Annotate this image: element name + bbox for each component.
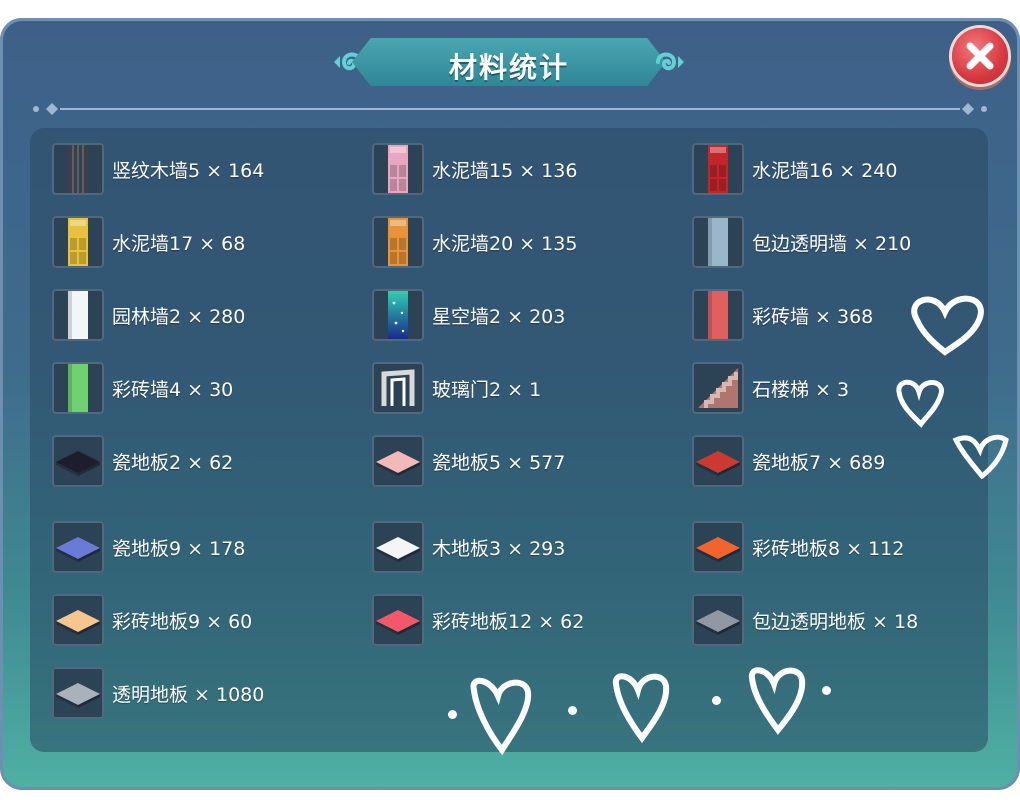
material-label: 瓷地板5 × 577 bbox=[432, 451, 566, 474]
material-label: 瓷地板7 × 689 bbox=[752, 451, 886, 474]
material-item[interactable]: 水泥墙15 × 136 bbox=[372, 142, 577, 196]
material-item[interactable]: 瓷地板5 × 577 bbox=[372, 434, 565, 488]
wall-red-icon bbox=[692, 143, 744, 195]
material-item[interactable]: 水泥墙16 × 240 bbox=[692, 142, 897, 196]
material-label: 彩砖地板8 × 112 bbox=[752, 537, 905, 560]
materials-list: 竖纹木墙5 × 164 水泥墙15 × 136 水泥墙16 × 240 水泥墙17 ×… bbox=[30, 128, 988, 752]
decor-dot bbox=[568, 706, 577, 715]
material-label: 竖纹木墙5 × 164 bbox=[112, 159, 265, 182]
material-item[interactable]: 彩砖墙 × 368 bbox=[692, 288, 873, 342]
orange-tile-floor-icon bbox=[692, 521, 744, 573]
material-label: 木地板3 × 293 bbox=[432, 537, 566, 560]
material-label: 包边透明墙 × 210 bbox=[752, 232, 912, 255]
material-item[interactable]: 透明地板 × 1080 bbox=[52, 666, 264, 720]
coral-tile-floor-icon bbox=[372, 594, 424, 646]
blue-tile-floor-icon bbox=[52, 521, 104, 573]
title-banner: 材料统计 bbox=[330, 32, 688, 90]
white-wall-icon bbox=[52, 289, 104, 341]
wall-orange-icon bbox=[372, 216, 424, 268]
material-item[interactable]: 瓷地板7 × 689 bbox=[692, 434, 885, 488]
close-button[interactable] bbox=[952, 28, 1008, 84]
starry-wall-icon bbox=[372, 289, 424, 341]
material-label: 玻璃门2 × 1 bbox=[432, 378, 542, 401]
material-label: 彩砖地板9 × 60 bbox=[112, 610, 253, 633]
hand-drawn-heart-icon bbox=[612, 673, 670, 744]
material-item[interactable]: 木地板3 × 293 bbox=[372, 520, 565, 574]
red-brick-wall-icon bbox=[692, 289, 744, 341]
hand-drawn-heart-icon bbox=[748, 667, 806, 735]
hand-drawn-heart-icon bbox=[952, 434, 1009, 480]
material-item[interactable]: 玻璃门2 × 1 bbox=[372, 361, 541, 415]
material-label: 水泥墙17 × 68 bbox=[112, 232, 246, 255]
gray-glass-floor-icon bbox=[692, 594, 744, 646]
material-label: 水泥墙16 × 240 bbox=[752, 159, 898, 182]
material-label: 园林墙2 × 280 bbox=[112, 305, 246, 328]
material-item[interactable]: 园林墙2 × 280 bbox=[52, 288, 245, 342]
hand-drawn-heart-icon bbox=[896, 379, 944, 428]
material-label: 星空墙2 × 203 bbox=[432, 305, 566, 328]
material-item[interactable]: 包边透明墙 × 210 bbox=[692, 215, 911, 269]
glass-wall-icon bbox=[692, 216, 744, 268]
swirl-ornament-icon bbox=[656, 52, 684, 71]
material-item[interactable]: 包边透明地板 × 18 bbox=[692, 593, 918, 647]
material-label: 水泥墙15 × 136 bbox=[432, 159, 578, 182]
glass-floor-icon bbox=[52, 667, 104, 719]
peach-tile-floor-icon bbox=[52, 594, 104, 646]
material-item[interactable]: 彩砖墙4 × 30 bbox=[52, 361, 233, 415]
material-label: 瓷地板2 × 62 bbox=[112, 451, 234, 474]
material-item[interactable]: 彩砖地板12 × 62 bbox=[372, 593, 584, 647]
stone-stairs-icon bbox=[692, 362, 744, 414]
wood-wall-icon bbox=[52, 143, 104, 195]
black-tile-floor-icon bbox=[52, 435, 104, 487]
material-item[interactable]: 星空墙2 × 203 bbox=[372, 288, 565, 342]
hand-drawn-heart-icon bbox=[470, 678, 532, 756]
wall-yellow-icon bbox=[52, 216, 104, 268]
material-stats-panel: 材料统计 竖纹木墙5 × 164 水泥墙15 × 136 水泥墙16 × 240 水泥… bbox=[0, 18, 1020, 790]
material-label: 石楼梯 × 3 bbox=[752, 378, 850, 401]
close-x-icon bbox=[966, 42, 994, 70]
divider bbox=[33, 103, 987, 115]
material-item[interactable]: 彩砖地板9 × 60 bbox=[52, 593, 252, 647]
decor-dot bbox=[448, 710, 457, 719]
decor-dot bbox=[822, 686, 831, 695]
material-label: 彩砖墙 × 368 bbox=[752, 305, 874, 328]
material-item[interactable]: 石楼梯 × 3 bbox=[692, 361, 849, 415]
white-wood-floor-icon bbox=[372, 521, 424, 573]
wall-pink-icon bbox=[372, 143, 424, 195]
material-label: 彩砖地板12 × 62 bbox=[432, 610, 585, 633]
glass-door-icon bbox=[372, 362, 424, 414]
material-label: 透明地板 × 1080 bbox=[112, 683, 265, 706]
material-item[interactable]: 竖纹木墙5 × 164 bbox=[52, 142, 264, 196]
green-brick-wall-icon bbox=[52, 362, 104, 414]
material-item[interactable]: 彩砖地板8 × 112 bbox=[692, 520, 904, 574]
pink-tile-floor-icon bbox=[372, 435, 424, 487]
page-title: 材料统计 bbox=[448, 51, 569, 84]
decor-dot bbox=[712, 696, 721, 705]
material-label: 瓷地板9 × 178 bbox=[112, 537, 246, 560]
material-item[interactable]: 瓷地板9 × 178 bbox=[52, 520, 245, 574]
material-label: 包边透明地板 × 18 bbox=[752, 610, 919, 633]
material-label: 彩砖墙4 × 30 bbox=[112, 378, 234, 401]
material-label: 水泥墙20 × 135 bbox=[432, 232, 578, 255]
material-item[interactable]: 水泥墙20 × 135 bbox=[372, 215, 577, 269]
material-item[interactable]: 瓷地板2 × 62 bbox=[52, 434, 233, 488]
red-tile-floor-icon bbox=[692, 435, 744, 487]
hand-drawn-heart-icon bbox=[911, 295, 984, 356]
material-item[interactable]: 水泥墙17 × 68 bbox=[52, 215, 245, 269]
